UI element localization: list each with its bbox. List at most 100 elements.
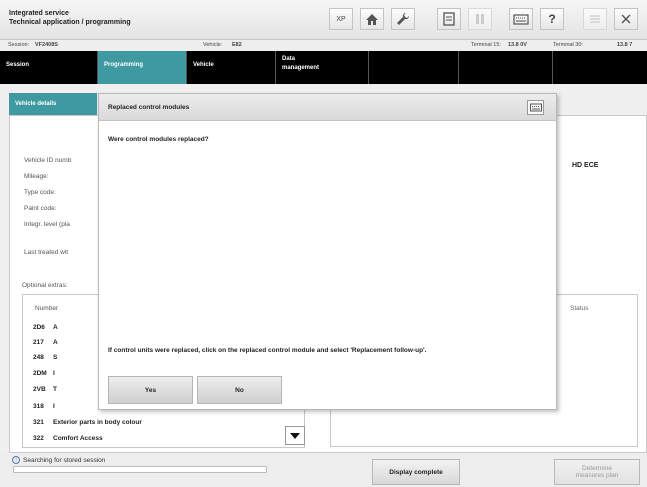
list-item[interactable]: 217 A: [33, 339, 58, 346]
list-item[interactable]: 322 Comfort Access: [33, 435, 103, 442]
tab-session-label: Session: [6, 62, 30, 68]
close-icon: [621, 14, 631, 24]
search-message: Searching for stored session: [23, 456, 106, 464]
item-number: 2DM: [33, 370, 47, 377]
search-progress-bar: [13, 466, 267, 473]
session-label: Session:: [8, 42, 30, 48]
item-number: 318: [33, 403, 44, 410]
vehicle-label: Vehicle:: [203, 42, 223, 48]
no-button[interactable]: No: [197, 376, 282, 404]
dialog-question: Were control modules replaced?: [108, 136, 209, 143]
home-icon: [366, 13, 378, 25]
tab-programming-label: Programming: [104, 62, 144, 68]
dialog-hint: If control units were replaced, click on…: [108, 347, 427, 354]
wrench-icon: [397, 12, 410, 25]
item-desc: I: [53, 403, 55, 410]
info-icon: i: [12, 456, 20, 464]
app-title-line2: Technical application / programming: [9, 19, 131, 26]
tab-vehicle-label: Vehicle: [193, 62, 214, 68]
wrench-button[interactable]: [391, 8, 415, 30]
tab-empty-3: [553, 51, 647, 84]
tab-data-management[interactable]: Data management: [276, 51, 369, 84]
item-number: 2VB: [33, 386, 46, 393]
subtab-label: Vehicle details: [15, 101, 57, 107]
dialog-title: Replaced control modules: [108, 104, 190, 111]
col-number-header: Number: [35, 305, 59, 312]
xp-icon: XP: [336, 15, 346, 23]
xp-button[interactable]: XP: [329, 8, 353, 30]
paint-code-label: Paint code:: [24, 205, 57, 212]
dialog-keyboard-button[interactable]: [527, 100, 544, 115]
title-bar: Integrated service Technical application…: [0, 0, 647, 40]
list-item[interactable]: 2DM I: [33, 370, 55, 377]
item-desc: Exterior parts in body colour: [53, 419, 142, 426]
tab-empty-2: [459, 51, 553, 84]
list-item[interactable]: 248 S: [33, 354, 57, 361]
yes-label: Yes: [144, 386, 157, 394]
keyboard-icon: [513, 14, 529, 25]
item-number: 217: [33, 339, 44, 346]
main-nav: Session Programming Vehicle Data managem…: [0, 51, 647, 84]
terminal15-label: Terminal 15:: [471, 42, 501, 48]
pause-button[interactable]: [468, 8, 492, 30]
item-desc: T: [53, 386, 57, 393]
item-number: 2D6: [33, 324, 45, 331]
item-number: 248: [33, 354, 44, 361]
item-desc: A: [53, 339, 58, 346]
keyboard-icon: [529, 103, 542, 112]
mileage-label: Mileage:: [24, 173, 49, 180]
tab-vehicle[interactable]: Vehicle: [187, 51, 276, 84]
item-desc: Comfort Access: [53, 435, 103, 442]
terminal30-label: Terminal 30:: [553, 42, 583, 48]
help-icon: ?: [548, 12, 556, 26]
tab-data-management-label-1: Data: [282, 56, 296, 62]
document-button[interactable]: [437, 8, 461, 30]
session-value: VF2408S: [35, 42, 58, 48]
help-button[interactable]: ?: [540, 8, 564, 30]
list-item[interactable]: 2D6 A: [33, 324, 58, 331]
subtab-vehicle-details[interactable]: Vehicle details: [9, 93, 97, 115]
app-title-line1: Integrated service: [9, 10, 69, 17]
close-button[interactable]: [614, 8, 638, 30]
document-icon: [443, 12, 455, 26]
display-complete-label: Display complete: [389, 468, 443, 476]
col-status-header: Status: [570, 305, 589, 312]
tab-programming[interactable]: Programming: [98, 51, 187, 84]
home-button[interactable]: [360, 8, 384, 30]
search-status: i Searching for stored session: [12, 456, 105, 464]
dialog-header: Replaced control modules: [99, 94, 556, 121]
item-desc: A: [53, 324, 58, 331]
ece-value: HD ECE: [572, 162, 599, 169]
app-title: Integrated service Technical application…: [9, 9, 131, 27]
display-complete-button[interactable]: Display complete: [372, 459, 460, 485]
determine-label-2: measures plan: [575, 472, 619, 479]
arrow-down-icon: [290, 432, 300, 439]
item-number: 321: [33, 419, 44, 426]
keyboard-button[interactable]: [509, 8, 533, 30]
no-label: No: [235, 386, 244, 394]
scroll-down-button[interactable]: [285, 426, 305, 445]
item-desc: S: [53, 354, 58, 361]
tab-session[interactable]: Session: [0, 51, 98, 84]
yes-button[interactable]: Yes: [108, 376, 193, 404]
optional-extras-label: Optional extras:: [22, 282, 68, 289]
minimize-button[interactable]: [583, 8, 607, 30]
tab-data-management-label-2: management: [282, 65, 320, 71]
last-treated-label: Last treated wit: [24, 249, 69, 256]
vehicle-value: E82: [232, 42, 242, 48]
tab-empty-1: [369, 51, 459, 84]
info-bar: Session: VF2408S Vehicle: E82 Terminal 1…: [0, 40, 647, 51]
terminal15-value: 13.8 0V: [508, 42, 527, 48]
item-desc: I: [53, 370, 55, 377]
integ-level-label: Integr. level (pla: [24, 221, 70, 228]
list-item[interactable]: 321 Exterior parts in body colour: [33, 419, 142, 426]
determine-measures-plan-button[interactable]: Determine measures plan: [554, 459, 640, 485]
list-item[interactable]: 2VB T: [33, 386, 57, 393]
item-number: 322: [33, 435, 44, 442]
menu-icon: [590, 15, 600, 23]
list-item[interactable]: 318 I: [33, 403, 55, 410]
replaced-modules-dialog: Replaced control modules Were control mo…: [98, 93, 557, 410]
pause-icon: [476, 14, 484, 24]
determine-label-1: Determine: [582, 465, 612, 472]
type-code-label: Type code:: [24, 189, 56, 196]
